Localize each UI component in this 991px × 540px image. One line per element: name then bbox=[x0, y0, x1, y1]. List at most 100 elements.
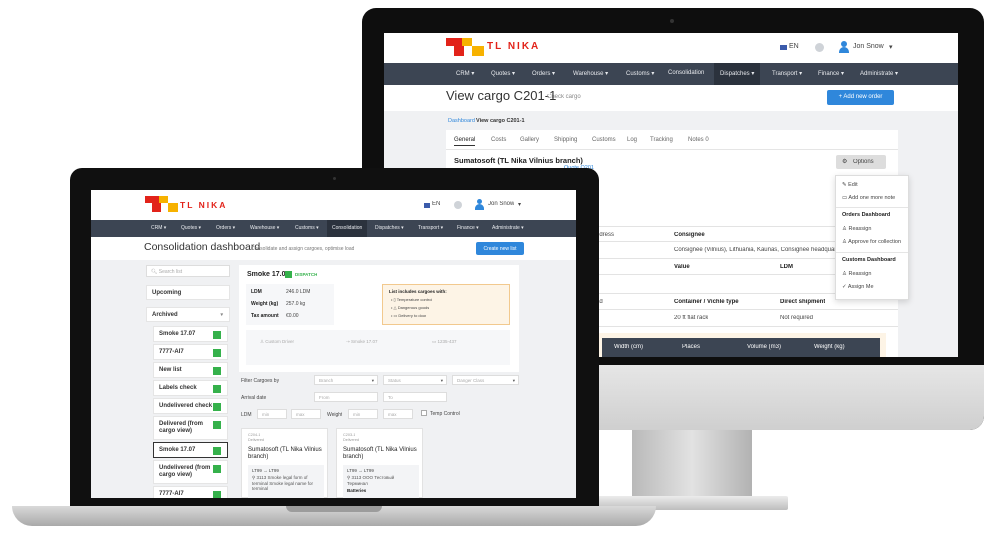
upcoming-section[interactable]: Upcoming bbox=[146, 285, 230, 300]
webcam bbox=[670, 19, 674, 23]
nav-transport[interactable]: Transport ▾ bbox=[418, 225, 443, 231]
tab-costs[interactable]: Costs bbox=[491, 137, 506, 143]
plate-input[interactable]: ▭ 1235-437 bbox=[424, 336, 504, 347]
nav-crm[interactable]: CRM ▾ bbox=[151, 225, 166, 231]
dispatch-icon bbox=[213, 465, 221, 473]
driver-placeholder: Custom Driver bbox=[265, 339, 295, 344]
search-list-input[interactable]: 🔍︎ Search list bbox=[146, 265, 230, 277]
cargo-route: LT99 → LT99 bbox=[347, 468, 374, 473]
cargo-route: LT99 → LT99 bbox=[252, 468, 279, 473]
nav-warehouse[interactable]: Warehouse ▾ bbox=[573, 70, 608, 77]
ldm-min-input[interactable]: min bbox=[257, 409, 287, 419]
menu-add-note[interactable]: ▭ Add one more note bbox=[842, 195, 895, 201]
tab-notes[interactable]: Notes 0 bbox=[688, 137, 709, 143]
nav-customs[interactable]: Customs ▾ bbox=[626, 70, 654, 77]
menu-orders-reassign[interactable]: ♙ Reassign bbox=[842, 226, 871, 232]
list-item[interactable]: 7777-AI7 bbox=[153, 344, 228, 360]
archived-section[interactable]: Archived ▾ bbox=[146, 307, 230, 322]
language-selector[interactable]: EN bbox=[432, 201, 440, 207]
cargo-status: Delivered bbox=[248, 438, 265, 442]
nav-consolidation[interactable]: Consolidation bbox=[668, 70, 704, 76]
list-item[interactable]: Smoke 17.07 bbox=[153, 326, 228, 342]
nav-quotes[interactable]: Quotes ▾ bbox=[181, 225, 201, 231]
tab-general[interactable]: General bbox=[454, 137, 476, 146]
user-menu[interactable]: Jon Snow bbox=[853, 43, 884, 50]
list-item[interactable]: Delivered (from cargo view) bbox=[153, 416, 228, 440]
status-select[interactable]: Status ▾ bbox=[383, 375, 447, 385]
ldm-label: LDM bbox=[251, 289, 262, 295]
dispatch-icon bbox=[213, 331, 221, 339]
driver-input[interactable]: ♙ Custom Driver bbox=[252, 336, 332, 347]
nav-quotes[interactable]: Quotes ▾ bbox=[491, 70, 515, 77]
nav-finance[interactable]: Finance ▾ bbox=[818, 70, 844, 77]
nav-finance[interactable]: Finance ▾ bbox=[457, 225, 479, 231]
cargo-title: Sumatosoft (TL Nika Vilnius branch) bbox=[248, 447, 322, 460]
language-selector[interactable]: EN bbox=[789, 43, 799, 50]
arrival-to-input[interactable]: To bbox=[383, 392, 447, 402]
width-header: Width (cm) bbox=[614, 344, 643, 350]
includes-item-label: Dangerous goods bbox=[397, 305, 430, 310]
list-item-label: 7777-AI7 bbox=[159, 349, 184, 355]
weight-min-input[interactable]: min bbox=[348, 409, 378, 419]
list-item[interactable]: Labels check bbox=[153, 380, 228, 396]
brand-logo[interactable] bbox=[145, 196, 179, 212]
menu-assign-me[interactable]: ✓ Assign Me bbox=[842, 284, 874, 290]
tab-log[interactable]: Log bbox=[627, 137, 637, 143]
list-item-label: Smoke 17.07 bbox=[159, 447, 196, 453]
arrival-from-input[interactable]: From bbox=[314, 392, 378, 402]
status-placeholder: Status bbox=[388, 378, 401, 383]
menu-edit[interactable]: ✎ Edit bbox=[842, 182, 858, 188]
nav-warehouse[interactable]: Warehouse ▾ bbox=[250, 225, 279, 231]
nav-customs[interactable]: Customs ▾ bbox=[295, 225, 319, 231]
list-item-label: Undelivered check bbox=[159, 403, 213, 409]
danger-class-select[interactable]: Danger Class ▾ bbox=[452, 375, 519, 385]
add-new-order-button[interactable]: + Add new order bbox=[827, 90, 894, 105]
nav-crm[interactable]: CRM ▾ bbox=[456, 70, 474, 77]
create-new-list-button[interactable]: Create new list bbox=[476, 242, 524, 255]
nav-consolidation[interactable]: Consolidation bbox=[327, 220, 368, 237]
nav-dispatches[interactable]: Dispatches ▾ bbox=[375, 225, 404, 231]
menu-approve-collection[interactable]: ♙ Approve for collection bbox=[842, 239, 901, 245]
tab-gallery[interactable]: Gallery bbox=[520, 137, 539, 143]
notification-icon[interactable] bbox=[454, 201, 462, 209]
weight-header: Weight (kg) bbox=[814, 344, 845, 350]
laptop-notch bbox=[286, 506, 382, 512]
temp-control-checkbox[interactable] bbox=[421, 410, 427, 416]
menu-edit-label: Edit bbox=[848, 182, 858, 188]
nav-orders[interactable]: Orders ▾ bbox=[532, 70, 555, 77]
list-detail-panel: Smoke 17.07 DISPATCH LDM 246.0 LDM Weigh… bbox=[239, 265, 519, 372]
cargo-card[interactable]: C203-1 Delivered Sumatosoft (TL Nika Vil… bbox=[336, 428, 423, 498]
nav-administrate[interactable]: Administrate ▾ bbox=[860, 70, 898, 77]
nav-administrate[interactable]: Administrate ▾ bbox=[492, 225, 524, 231]
list-title: Smoke 17.07 bbox=[247, 271, 290, 278]
tab-shipping[interactable]: Shipping bbox=[554, 137, 577, 143]
notification-icon[interactable] bbox=[815, 43, 824, 52]
menu-customs-reassign[interactable]: ♙ Reassign bbox=[842, 271, 871, 277]
dispatch-button[interactable]: DISPATCH bbox=[295, 272, 317, 277]
list-item[interactable]: 7777-AI7 bbox=[153, 486, 228, 498]
dispatch-icon bbox=[285, 271, 292, 278]
list-item[interactable]: New list bbox=[153, 362, 228, 378]
tab-tracking[interactable]: Tracking bbox=[650, 137, 673, 143]
includes-item-label: Temperature control bbox=[396, 297, 433, 302]
route-input[interactable]: ⇢ Smoke 17.07 bbox=[338, 336, 418, 347]
nav-transport[interactable]: Transport ▾ bbox=[772, 70, 802, 77]
cargo-card[interactable]: C204-1 Delivered Sumatosoft (TL Nika Vil… bbox=[241, 428, 328, 498]
list-item-label: New list bbox=[159, 367, 182, 373]
brand-logo[interactable] bbox=[446, 38, 486, 56]
list-item[interactable]: Undelivered (from cargo view) bbox=[153, 460, 228, 484]
options-button[interactable]: ⚙ Options bbox=[836, 155, 886, 169]
nav-dispatches[interactable]: Dispatches ▾ bbox=[714, 63, 761, 85]
user-menu[interactable]: Jon Snow bbox=[488, 201, 514, 207]
menu-assign-me-label: Assign Me bbox=[847, 284, 874, 290]
breadcrumb-home[interactable]: Dashboard bbox=[448, 118, 475, 124]
branch-select[interactable]: Branch ▾ bbox=[314, 375, 378, 385]
list-item-label: 7777-AI7 bbox=[159, 491, 184, 497]
tab-customs[interactable]: Customs bbox=[592, 137, 616, 143]
list-item-selected[interactable]: Smoke 17.07 bbox=[153, 442, 228, 458]
weight-max-input[interactable]: max bbox=[383, 409, 413, 419]
nav-orders[interactable]: Orders ▾ bbox=[216, 225, 235, 231]
list-item[interactable]: Undelivered check bbox=[153, 398, 228, 414]
ldm-max-input[interactable]: max bbox=[291, 409, 321, 419]
cargo-extra: Batteries bbox=[347, 488, 367, 493]
